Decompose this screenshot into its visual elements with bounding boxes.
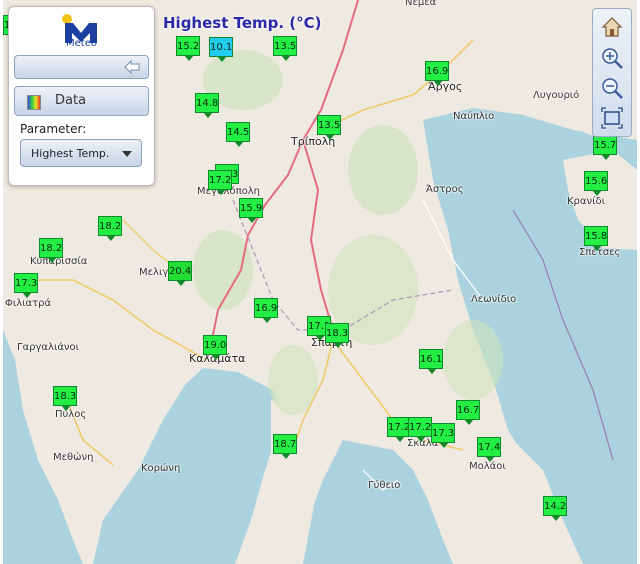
station-marker[interactable]: 19.0 (203, 335, 227, 360)
parameter-select[interactable]: Highest Temp. (20, 139, 142, 167)
station-marker[interactable]: 15.6 (584, 171, 608, 196)
data-button-label: Data (55, 93, 87, 108)
station-marker[interactable]: 15.9 (239, 198, 263, 223)
extent-icon[interactable] (599, 105, 625, 131)
parameter-label: Parameter: (20, 122, 87, 136)
station-marker[interactable]: 10.1 (209, 37, 233, 62)
logo-text: Meteo (66, 38, 97, 49)
sea-ionian (3, 330, 83, 564)
station-marker[interactable]: 16.1 (419, 349, 443, 374)
place-label: Ναύπλιο (453, 111, 495, 122)
control-panel: Meteo Data Parameter: Highest Temp. (8, 6, 155, 186)
motorway (302, 139, 334, 331)
station-marker[interactable]: 20.4 (168, 261, 192, 286)
station-marker[interactable]: 17.4 (477, 437, 501, 462)
map-title: Highest Temp. (°C) (163, 14, 322, 32)
station-marker[interactable]: 18.7 (273, 434, 297, 459)
place-label: Κορώνη (141, 463, 181, 474)
station-marker[interactable]: 17.3 (14, 273, 38, 298)
place-label: Γαργαλιάνοι (17, 342, 80, 353)
collapse-button[interactable] (14, 55, 149, 79)
chevron-down-icon (122, 151, 132, 157)
place-label: Λυγουριό (533, 90, 580, 101)
parameter-value: Highest Temp. (31, 147, 110, 160)
place-label: Γύθειο (368, 480, 401, 491)
forest-patch (443, 320, 503, 400)
zoom-out-icon[interactable] (599, 75, 625, 101)
data-button[interactable]: Data (14, 86, 149, 116)
station-marker[interactable]: 18.2 (98, 216, 122, 241)
station-marker[interactable]: 13.5 (273, 36, 297, 61)
station-marker[interactable]: 18.2 (39, 238, 63, 263)
place-label: Νεμέα (405, 0, 437, 8)
map-controls (592, 8, 632, 137)
station-marker[interactable]: 13.5 (317, 115, 341, 140)
palette-icon (27, 95, 41, 110)
station-marker[interactable]: 15.2 (176, 36, 200, 61)
place-label: Άστρος (426, 184, 464, 195)
arrow-left-icon (124, 60, 140, 74)
station-marker[interactable]: 18.3 (53, 386, 77, 411)
place-label: Κρανίδι (567, 196, 605, 207)
station-marker[interactable]: 16.9 (254, 298, 278, 323)
station-marker[interactable]: 16.9 (425, 61, 449, 86)
home-icon[interactable] (599, 14, 625, 40)
forest-patch (348, 125, 418, 215)
place-label: Μολάοι (469, 461, 506, 472)
station-marker[interactable]: 17.2 (208, 170, 232, 195)
sea-laconian-gulf (303, 440, 453, 564)
station-marker[interactable]: 18.3 (325, 323, 349, 348)
place-label: Λεωνίδιο (471, 294, 517, 305)
forest-patch (193, 230, 253, 310)
station-marker[interactable]: 15.7 (593, 135, 617, 160)
station-marker[interactable]: 14.5 (226, 122, 250, 147)
station-marker[interactable]: 17.2 (408, 417, 432, 442)
station-marker[interactable]: 17.3 (431, 423, 455, 448)
station-marker[interactable]: 15.8 (584, 226, 608, 251)
station-marker[interactable]: 14.2 (543, 496, 567, 521)
place-label: Φιλιατρά (5, 298, 52, 309)
station-marker[interactable]: 14.8 (195, 93, 219, 118)
zoom-in-icon[interactable] (599, 45, 625, 71)
place-label: Μεθώνη (53, 452, 94, 463)
station-marker[interactable]: 16.7 (456, 400, 480, 425)
